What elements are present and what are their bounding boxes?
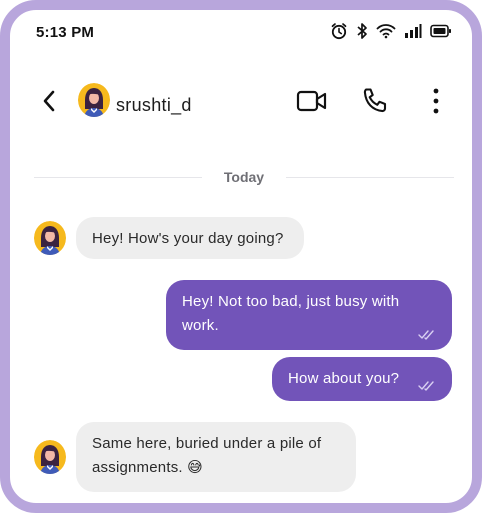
video-call-icon <box>296 90 327 112</box>
chat-header: srushti_d <box>10 70 472 132</box>
message-text-line: Same here, buried under a pile of <box>92 435 322 452</box>
contact-avatar[interactable] <box>78 83 110 117</box>
message-text-line: assignments. 😅 <box>92 459 203 476</box>
contact-name[interactable]: srushti_d <box>116 95 192 116</box>
read-receipt-icon <box>418 381 434 391</box>
message-text: How about you? <box>288 370 400 387</box>
read-receipt-icon <box>418 330 434 340</box>
back-button[interactable] <box>36 88 62 114</box>
status-bar: 5:13 PM <box>10 10 472 56</box>
sender-avatar[interactable] <box>34 440 66 474</box>
message-text-line: Hey! Not too bad, just busy with <box>182 293 400 310</box>
date-divider: Today <box>34 168 454 188</box>
phone-frame: 5:13 PM srushti_d Today Hey! How's your … <box>0 0 482 513</box>
more-icon <box>433 88 439 114</box>
back-icon <box>43 90 55 112</box>
phone-icon <box>363 88 387 113</box>
voice-call-button[interactable] <box>360 86 390 116</box>
bluetooth-icon <box>356 22 368 40</box>
divider-line <box>286 177 454 178</box>
outgoing-message[interactable]: Hey! Not too bad, just busy with work. <box>166 280 452 350</box>
outgoing-message[interactable]: How about you? <box>272 357 452 401</box>
status-time: 5:13 PM <box>36 24 95 41</box>
incoming-message[interactable]: Hey! How's your day going? <box>76 217 304 259</box>
video-call-button[interactable] <box>296 88 328 114</box>
status-icons <box>330 22 452 40</box>
signal-icon <box>404 23 422 39</box>
more-options-button[interactable] <box>428 86 444 116</box>
wifi-icon <box>376 23 396 39</box>
sender-avatar[interactable] <box>34 221 66 255</box>
battery-icon <box>430 24 452 38</box>
alarm-icon <box>330 22 348 40</box>
message-text-line: work. <box>182 317 219 334</box>
incoming-message[interactable]: Same here, buried under a pile of assign… <box>76 422 356 492</box>
message-text: Hey! How's your day going? <box>92 230 284 247</box>
